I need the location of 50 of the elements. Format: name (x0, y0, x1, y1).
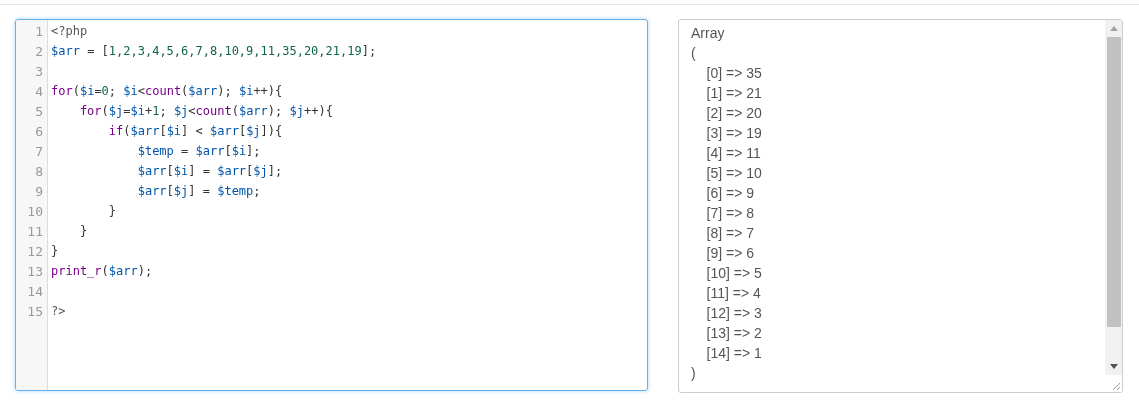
line-number: 14 (26, 284, 44, 301)
code-line: } (51, 244, 60, 260)
line-number: 7 (34, 144, 44, 161)
line-number: 1 (34, 24, 44, 41)
code-line: for($i=0; $i<count($arr); $i++){ (51, 84, 284, 100)
line-number: 12 (26, 244, 44, 261)
code-line: $arr[$j] = $temp; (136, 184, 262, 200)
output-line: [0] => 35 (705, 65, 763, 83)
output-line: [9] => 6 (705, 245, 756, 263)
output-line: [2] => 20 (705, 105, 763, 123)
code-line: $arr[$i] = $arr[$j]; (136, 164, 284, 180)
output-line: [8] => 7 (705, 225, 756, 243)
output-line: [10] => 5 (705, 265, 763, 283)
code-line: print_r($arr); (51, 264, 154, 280)
line-number: 5 (34, 104, 44, 121)
output-line: Array (691, 25, 726, 43)
output-line: [14] => 1 (705, 345, 763, 363)
line-number: 4 (34, 84, 44, 101)
output-line: [1] => 21 (705, 85, 763, 103)
line-number: 6 (34, 124, 44, 141)
code-editor[interactable] (15, 19, 648, 391)
output-line: ) (691, 365, 697, 383)
output-line: [4] => 11 (705, 145, 762, 163)
output-textarea[interactable]: Array ( [0] => 35 [1] => 21 [2] => 20 [3] => 19 [4] => 11 [5] => 10 [6] => 9 [7] => 8 [8] => 7 [9] => 6 [10] => 5 [11] => 4 [12] => 3 [13] => 2 [14] => 1 ) (678, 19, 1123, 393)
scrollbar-thumb[interactable] (1106, 37, 1121, 327)
output-line: [13] => 2 (705, 325, 763, 343)
code-line: } (107, 204, 118, 220)
output-line: [11] => 4 (705, 285, 762, 303)
output-line: [12] => 3 (705, 305, 763, 323)
output-line: [6] => 9 (705, 185, 756, 203)
line-number: 13 (26, 264, 44, 281)
line-number: 2 (34, 44, 44, 61)
line-number: 15 (26, 304, 44, 321)
output-line: [3] => 19 (705, 125, 763, 143)
code-line: if($arr[$i] < $arr[$j]){ (107, 124, 284, 140)
output-line: [7] => 8 (705, 205, 756, 223)
line-number: 9 (34, 184, 44, 201)
code-line: $arr = [1,2,3,4,5,6,7,8,10,9,11,35,20,21,19]; (51, 44, 377, 60)
line-number: 10 (26, 204, 44, 221)
code-line: } (78, 224, 89, 240)
line-number: 11 (26, 224, 44, 241)
scrollbar[interactable] (1105, 20, 1122, 375)
output-line: ( (691, 45, 697, 63)
code-line: <?php (51, 24, 89, 40)
output-line: [5] => 10 (705, 165, 763, 183)
line-number: 8 (34, 164, 44, 181)
line-number: 3 (34, 64, 44, 81)
code-line: ?> (51, 304, 67, 320)
code-line: $temp = $arr[$i]; (136, 144, 262, 160)
code-line: for($j=$i+1; $j<count($arr); $j++){ (78, 104, 334, 120)
